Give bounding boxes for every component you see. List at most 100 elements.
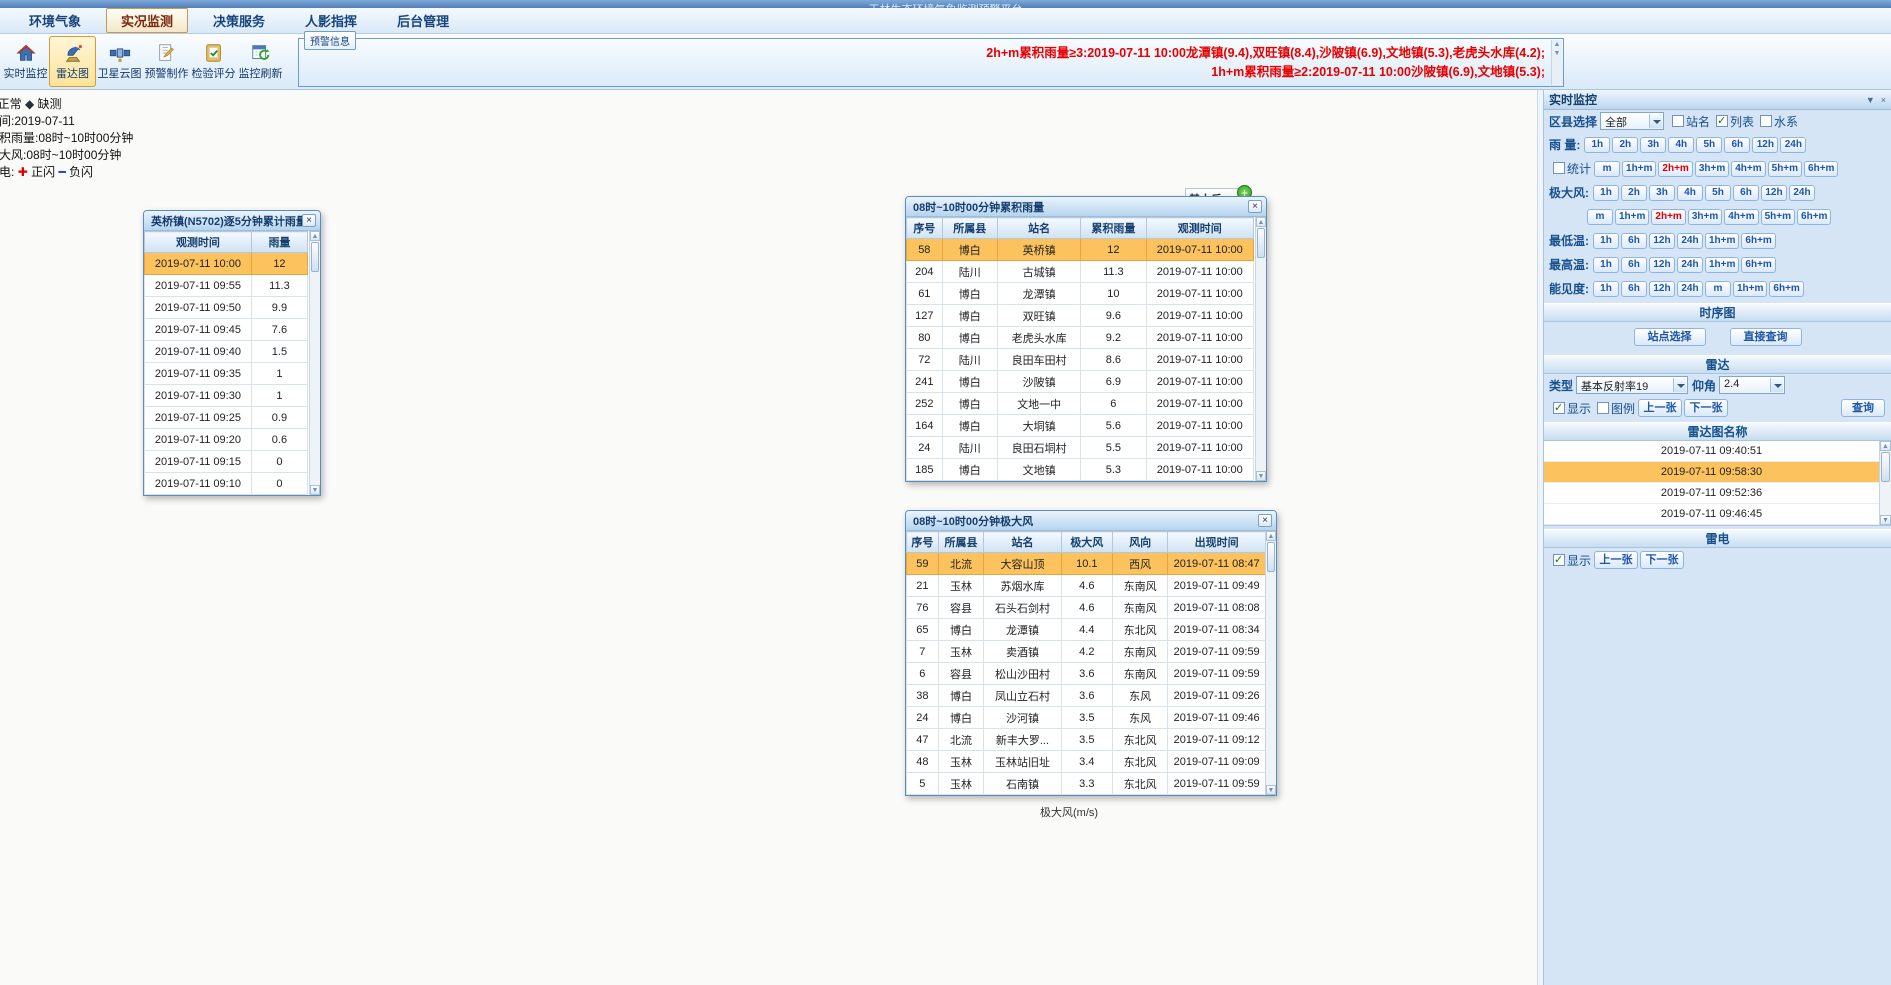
station-rain-row[interactable]: 2019-07-11 09:150 [145, 451, 308, 473]
scroll-up-icon[interactable]: ▲ [1266, 531, 1276, 541]
cell[interactable]: 1 [251, 385, 307, 407]
station-rain-row[interactable]: 2019-07-11 09:301 [145, 385, 308, 407]
cell[interactable]: 老虎头水库 [997, 327, 1080, 349]
wind-max-row[interactable]: 21玉林苏烟水库4.6东南风2019-07-11 09:49 [907, 575, 1266, 597]
cell[interactable]: 玉林 [938, 641, 984, 663]
wind-max-row[interactable]: 59北流大容山顶10.1西风2019-07-11 08:47 [907, 553, 1266, 575]
cell[interactable]: 76 [907, 597, 939, 619]
warning-scrollbar[interactable]: ▲▼ [1551, 40, 1562, 85]
rain-sum-row[interactable]: 127博白双旺镇9.62019-07-11 10:00 [907, 305, 1254, 327]
cell[interactable]: 英桥镇 [997, 239, 1080, 261]
cell[interactable]: 204 [907, 261, 943, 283]
close-icon[interactable]: × [1248, 200, 1262, 213]
cell[interactable]: 2019-07-11 09:26 [1168, 685, 1266, 707]
wind-stat-button-3h+m[interactable]: 3h+m [1688, 209, 1722, 225]
column-header[interactable]: 雨量 [251, 232, 307, 253]
cell[interactable]: 24 [907, 437, 943, 459]
cell[interactable]: 双旺镇 [997, 305, 1080, 327]
scrollbar[interactable]: ▲▼ [309, 231, 320, 495]
station-rain-row[interactable]: 2019-07-11 09:351 [145, 363, 308, 385]
wind-button-2h[interactable]: 2h [1621, 185, 1647, 201]
cell[interactable]: 3.4 [1061, 751, 1112, 773]
rain-sum-row[interactable]: 61博白龙潭镇102019-07-11 10:00 [907, 283, 1254, 305]
menu-tab-2[interactable]: 实况监测 [106, 8, 188, 33]
rain-stat-button-m[interactable]: m [1594, 161, 1620, 177]
cell[interactable]: 10.1 [1061, 553, 1112, 575]
cell[interactable]: 6 [907, 663, 939, 685]
cell[interactable]: 古城镇 [997, 261, 1080, 283]
scrollbar[interactable]: ▲▼ [1879, 441, 1891, 525]
cell[interactable]: 2019-07-11 09:35 [145, 363, 252, 385]
cell[interactable]: 9.2 [1081, 327, 1146, 349]
visibility-button-m[interactable]: m [1705, 281, 1731, 297]
cell[interactable]: 东南风 [1113, 597, 1168, 619]
radar-button[interactable]: 雷达图 [49, 36, 96, 87]
lightning-show-checkbox[interactable] [1553, 554, 1565, 566]
cell[interactable]: 凤山立石村 [984, 685, 1061, 707]
wind-max-row[interactable]: 6容县松山沙田村3.6东南风2019-07-11 09:59 [907, 663, 1266, 685]
cell[interactable]: 2019-07-11 09:59 [1168, 641, 1266, 663]
scroll-up-icon[interactable]: ▲ [1256, 217, 1266, 227]
rain-sum-row[interactable]: 185博白文地镇5.32019-07-11 10:00 [907, 459, 1254, 481]
cell[interactable]: 容县 [938, 597, 984, 619]
cell[interactable]: 12 [1081, 239, 1146, 261]
cell[interactable]: 127 [907, 305, 943, 327]
menu-tab-5[interactable]: 后台管理 [382, 8, 464, 33]
cell[interactable]: 5 [907, 773, 939, 795]
rain-button-24h[interactable]: 24h [1780, 137, 1806, 153]
station-rain-row[interactable]: 2019-07-11 09:100 [145, 473, 308, 495]
cell[interactable]: 2019-07-11 09:09 [1168, 751, 1266, 773]
rain-sum-row[interactable]: 204陆川古城镇11.32019-07-11 10:00 [907, 261, 1254, 283]
scroll-down-icon[interactable]: ▼ [1256, 471, 1266, 481]
cell[interactable]: 东风 [1113, 707, 1168, 729]
cell[interactable]: 1.5 [251, 341, 307, 363]
cell[interactable]: 6.9 [1081, 371, 1146, 393]
panel-menu-icon[interactable]: ▼ [1866, 95, 1875, 105]
rain-sum-row[interactable]: 80博白老虎头水库9.22019-07-11 10:00 [907, 327, 1254, 349]
cell[interactable]: 4.6 [1061, 575, 1112, 597]
score-button[interactable]: 检验评分 [190, 36, 237, 87]
visibility-button-24h[interactable]: 24h [1677, 281, 1703, 297]
cell[interactable]: 59 [907, 553, 939, 575]
stat-checkbox[interactable] [1553, 162, 1565, 174]
cell[interactable]: 博白 [942, 305, 997, 327]
wind-button-4h[interactable]: 4h [1677, 185, 1703, 201]
cell[interactable]: 2019-07-11 10:00 [1146, 305, 1253, 327]
cell[interactable]: 2019-07-11 09:40 [145, 341, 252, 363]
realtime-button[interactable]: 实时监控 [2, 36, 49, 87]
scroll-down-icon[interactable]: ▼ [1880, 515, 1891, 525]
cell[interactable]: 7.6 [251, 319, 307, 341]
wind-max-row[interactable]: 38博白凤山立石村3.6东风2019-07-11 09:26 [907, 685, 1266, 707]
cell[interactable]: 2019-07-11 09:45 [145, 319, 252, 341]
scroll-down-icon[interactable]: ▼ [1266, 785, 1276, 795]
cell[interactable]: 58 [907, 239, 943, 261]
chevron-down-icon[interactable] [1770, 378, 1783, 392]
wind-button-1h[interactable]: 1h [1593, 185, 1619, 201]
refresh-button[interactable]: 监控刷新 [237, 36, 284, 87]
column-header[interactable]: 序号 [907, 218, 943, 239]
wind-button-5h[interactable]: 5h [1705, 185, 1731, 201]
cell[interactable]: 容县 [938, 663, 984, 685]
visibility-button-1h+m[interactable]: 1h+m [1733, 281, 1767, 297]
column-header[interactable]: 所属县 [942, 218, 997, 239]
station-rain-row[interactable]: 2019-07-11 09:457.6 [145, 319, 308, 341]
lightning-next-button[interactable]: 下一张 [1640, 551, 1684, 569]
cell[interactable]: 陆川 [942, 349, 997, 371]
cell[interactable]: 252 [907, 393, 943, 415]
rain-sum-row[interactable]: 241博白沙陂镇6.92019-07-11 10:00 [907, 371, 1254, 393]
cell[interactable]: 东北风 [1113, 751, 1168, 773]
scroll-thumb[interactable] [1267, 542, 1275, 572]
cell[interactable]: 2019-07-11 09:30 [145, 385, 252, 407]
tmin-button-6h+m[interactable]: 6h+m [1741, 233, 1775, 249]
wind-max-row[interactable]: 7玉林卖酒镇4.2东南风2019-07-11 09:59 [907, 641, 1266, 663]
cell[interactable]: 龙潭镇 [997, 283, 1080, 305]
cell[interactable]: 2019-07-11 10:00 [1146, 261, 1253, 283]
cell[interactable]: 2019-07-11 09:25 [145, 407, 252, 429]
cell[interactable]: 大垌镇 [997, 415, 1080, 437]
chevron-down-icon[interactable] [1673, 378, 1686, 392]
column-header[interactable]: 站名 [984, 532, 1061, 553]
cell[interactable]: 2019-07-11 10:00 [1146, 371, 1253, 393]
rain-sum-window-titlebar[interactable]: 08时~10时00分钟累积雨量 × [906, 197, 1266, 217]
cell[interactable]: 8.6 [1081, 349, 1146, 371]
cell[interactable]: 3.3 [1061, 773, 1112, 795]
